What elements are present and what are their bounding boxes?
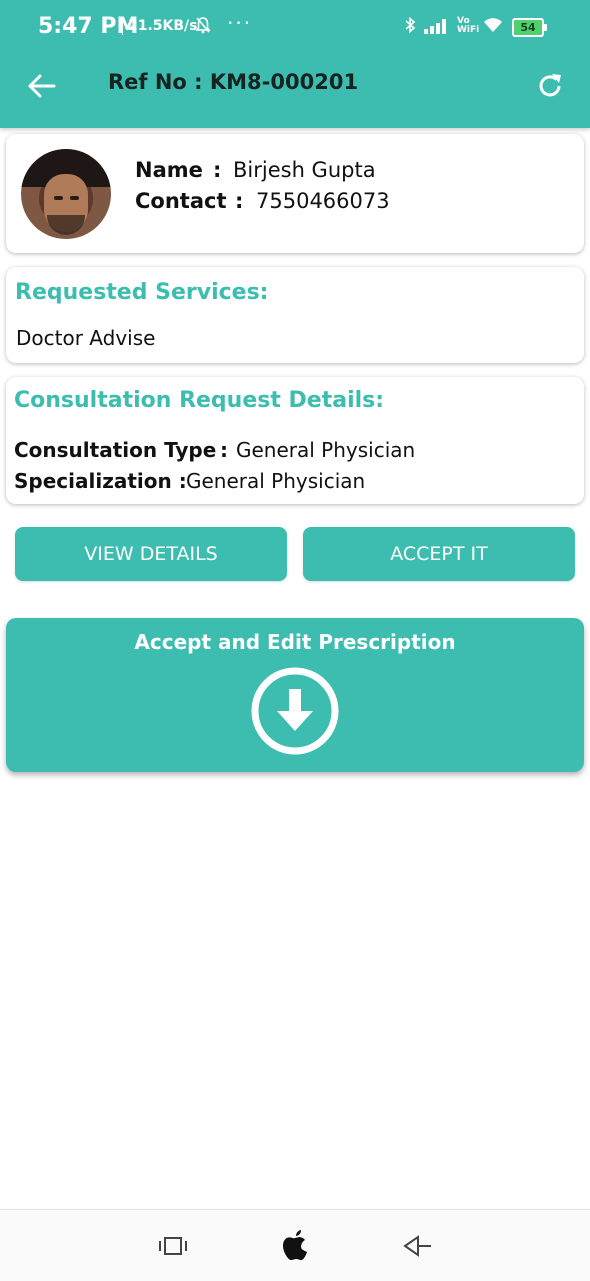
consultation-type-separator: : [220,438,228,462]
avatar [21,149,111,239]
battery-level: 54 [520,21,536,34]
status-more-dots: ··· [227,11,253,35]
system-nav-bar [0,1209,590,1281]
view-details-button[interactable]: VIEW DETAILS [15,527,287,581]
contact-separator: : [235,189,244,213]
consultation-details-title: Consultation Request Details: [14,388,385,413]
name-label: Name [135,158,203,182]
consultation-type-label: Consultation Type [14,438,217,462]
apple-home-icon[interactable] [278,1228,312,1264]
recent-apps-icon[interactable] [158,1236,188,1256]
specialization-label: Specialization : [14,469,187,493]
cell-signal-icon [424,18,450,38]
contact-label: Contact [135,189,227,213]
download-circle-icon [251,667,339,755]
vowifi-bottom-text: WiFi [457,25,480,35]
patient-card: Name : Birjesh Gupta Contact : 755046607… [6,134,584,253]
status-separator [122,17,123,35]
battery-icon: 54 [512,18,547,37]
requested-service-value: Doctor Advise [16,326,156,350]
accept-edit-prescription-button[interactable]: Accept and Edit Prescription [6,618,584,772]
refresh-icon[interactable] [534,70,566,102]
vowifi-indicator: Vo WiFi [457,17,479,35]
consultation-details-card: Consultation Request Details: Consultati… [6,377,584,504]
patient-contact: 7550466073 [256,189,390,213]
requested-services-card: Requested Services: Doctor Advise [6,267,584,363]
accept-button[interactable]: ACCEPT IT [303,527,575,581]
back-arrow-icon[interactable] [26,70,58,102]
name-separator: : [213,158,222,182]
patient-name: Birjesh Gupta [233,158,376,182]
bluetooth-icon [404,16,416,38]
silent-bell-icon [195,16,211,38]
page-title: Ref No : KM8-000201 [108,70,359,94]
requested-services-title: Requested Services: [15,280,269,305]
triangle-back-icon[interactable] [402,1234,432,1258]
wifi-icon [482,16,504,38]
accept-edit-prescription-label: Accept and Edit Prescription [134,630,456,654]
specialization-value: General Physician [186,469,366,493]
app-header: 5:47 PM 21.5KB/s ··· Vo WiFi 54 Ref No:… [0,0,590,128]
consultation-type-value: General Physician [236,438,416,462]
status-network-speed: 21.5KB/s [128,18,198,34]
status-time: 5:47 PM [38,14,139,39]
